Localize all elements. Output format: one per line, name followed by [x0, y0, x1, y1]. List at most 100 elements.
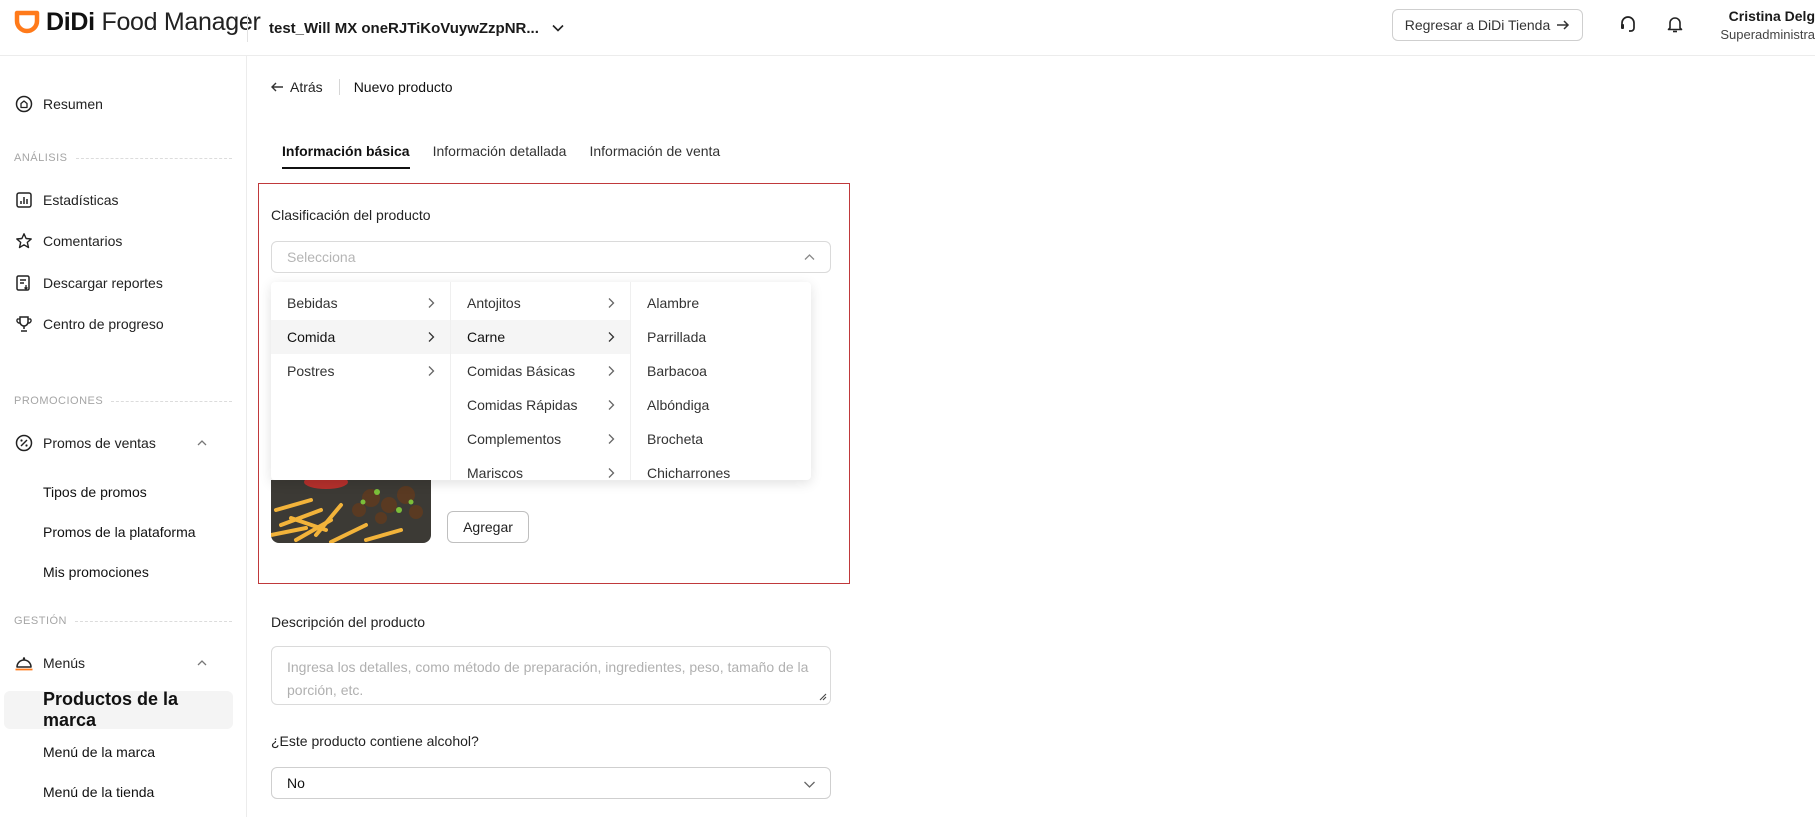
logo-brand-text: DiDi: [46, 8, 95, 36]
header-divider: [247, 14, 248, 42]
tab-informacion-basica[interactable]: Información básica: [282, 143, 410, 171]
chevron-right-icon: [426, 297, 436, 309]
cascader-option-albondiga[interactable]: Albóndiga: [631, 388, 811, 422]
option-label: Complementos: [467, 431, 562, 447]
back-button[interactable]: Atrás: [270, 79, 323, 95]
alcohol-select[interactable]: No: [271, 767, 831, 799]
breadcrumb: Atrás Nuevo producto: [270, 78, 453, 96]
home-icon: [14, 94, 34, 114]
sidebar-item-label: Comentarios: [43, 233, 123, 249]
cascader-option-chicharrones[interactable]: Chicharrones: [631, 456, 811, 480]
cascader-option-complementos[interactable]: Complementos: [451, 422, 630, 456]
sidebar-item-productos-marca[interactable]: Productos de la marca: [4, 689, 233, 730]
alcohol-question-label: ¿Este producto contiene alcohol?: [271, 733, 479, 749]
report-download-icon: [14, 273, 34, 293]
trophy-icon: [14, 314, 34, 334]
store-selector[interactable]: test_Will MX oneRJTiKoVuywZzpNR...: [269, 14, 565, 42]
alcohol-selected-value: No: [287, 775, 305, 791]
cascader-option-parrillada[interactable]: Parrillada: [631, 320, 811, 354]
sidebar-item-promos-ventas[interactable]: Promos de ventas: [14, 433, 232, 453]
chevron-right-icon: [606, 331, 616, 343]
cascader-option-antojitos[interactable]: Antojitos: [451, 286, 630, 320]
tab-informacion-detallada[interactable]: Información detallada: [433, 143, 567, 171]
sidebar-item-estadisticas[interactable]: Estadísticas: [14, 190, 118, 210]
chevron-right-icon: [606, 399, 616, 411]
sidebar-item-descargar-reportes[interactable]: Descargar reportes: [14, 273, 163, 293]
section-divider: [111, 400, 232, 402]
cascader-option-comidas-rapidas[interactable]: Comidas Rápidas: [451, 388, 630, 422]
add-image-button[interactable]: Agregar: [447, 511, 529, 543]
sidebar-item-label: Centro de progreso: [43, 316, 164, 332]
user-profile[interactable]: Cristina Delg Superadministra: [1718, 8, 1815, 42]
sidebar: Resumen ANÁLISIS Estadísticas Comentario…: [0, 56, 247, 817]
didi-food-logo[interactable]: DiDi Food Manager: [14, 8, 261, 36]
arrow-right-icon: [1556, 19, 1570, 31]
section-label-text: PROMOCIONES: [14, 395, 104, 407]
option-label: Bebidas: [287, 295, 338, 311]
logo-product-text: Food Manager: [101, 8, 261, 36]
sidebar-item-label: Menús: [43, 655, 86, 671]
didi-logo-icon: [14, 10, 40, 34]
section-promociones: PROMOCIONES: [14, 395, 232, 407]
option-label: Comidas Básicas: [467, 363, 576, 379]
chevron-right-icon: [606, 365, 616, 377]
classification-label: Clasificación del producto: [271, 207, 431, 223]
option-label: Postres: [287, 363, 335, 379]
chevron-right-icon: [426, 365, 436, 377]
cloche-menu-icon: [14, 653, 34, 673]
sidebar-item-promos-plataforma[interactable]: Promos de la plataforma: [43, 524, 196, 540]
chevron-up-icon: [803, 251, 816, 264]
section-label-text: GESTIÓN: [14, 615, 68, 627]
cascader-option-mariscos[interactable]: Mariscos: [451, 456, 630, 480]
section-label-text: ANÁLISIS: [14, 152, 68, 164]
page-title: Nuevo producto: [353, 79, 453, 95]
cascader-option-comida[interactable]: Comida: [271, 320, 450, 354]
description-textarea[interactable]: Ingresa los detalles, como método de pre…: [271, 646, 831, 705]
star-icon: [14, 231, 34, 251]
bell-notification-icon[interactable]: [1664, 13, 1686, 35]
return-to-didi-store-button[interactable]: Regresar a DiDi Tienda: [1392, 9, 1583, 41]
top-header: DiDi Food Manager test_Will MX oneRJTiKo…: [0, 0, 1815, 56]
cascader-option-brocheta[interactable]: Brocheta: [631, 422, 811, 456]
sidebar-item-centro-progreso[interactable]: Centro de progreso: [14, 314, 164, 334]
sidebar-item-menu-marca[interactable]: Menú de la marca: [43, 744, 155, 760]
sidebar-item-menu-tienda[interactable]: Menú de la tienda: [43, 784, 154, 800]
cascader-column-1: Bebidas Comida Postres: [271, 282, 451, 480]
chevron-down-icon: [551, 21, 565, 35]
option-label: Carne: [467, 329, 506, 345]
option-label: Antojitos: [467, 295, 521, 311]
tab-informacion-venta[interactable]: Información de venta: [589, 143, 720, 171]
cascader-option-postres[interactable]: Postres: [271, 354, 450, 388]
sidebar-item-menus[interactable]: Menús: [14, 653, 232, 673]
resize-grip-icon[interactable]: [818, 692, 827, 701]
sidebar-item-tipos-promos[interactable]: Tipos de promos: [43, 484, 147, 500]
cascader-option-bebidas[interactable]: Bebidas: [271, 286, 450, 320]
description-label: Descripción del producto: [271, 614, 426, 630]
cascader-option-alambre[interactable]: Alambre: [631, 286, 811, 320]
arrow-left-icon: [271, 82, 283, 92]
discount-badge-icon: [14, 433, 34, 453]
classification-select[interactable]: Selecciona: [271, 241, 831, 273]
cascader-column-3: Alambre Parrillada Barbacoa Albóndiga Br…: [631, 282, 811, 480]
chevron-right-icon: [426, 331, 436, 343]
description-placeholder: Ingresa los detalles, como método de pre…: [287, 659, 809, 698]
classification-placeholder: Selecciona: [287, 249, 356, 265]
cascader-option-comidas-basicas[interactable]: Comidas Básicas: [451, 354, 630, 388]
sidebar-item-label: Resumen: [43, 96, 103, 112]
product-image-thumbnail: [271, 480, 431, 543]
headset-support-icon[interactable]: [1617, 13, 1639, 35]
cascader-option-barbacoa[interactable]: Barbacoa: [631, 354, 811, 388]
sidebar-item-mis-promociones[interactable]: Mis promociones: [43, 564, 149, 580]
section-analisis: ANÁLISIS: [14, 152, 232, 164]
cascader-option-carne[interactable]: Carne: [451, 320, 630, 354]
product-tabs: Información básica Información detallada…: [282, 143, 743, 171]
user-role: Superadministra: [1720, 27, 1815, 42]
chart-icon: [14, 190, 34, 210]
back-label: Atrás: [290, 79, 323, 95]
chevron-right-icon: [606, 433, 616, 445]
cascader-column-2: Antojitos Carne Comidas Básicas Comidas …: [451, 282, 631, 480]
sidebar-item-resumen[interactable]: Resumen: [14, 94, 103, 114]
section-divider: [75, 620, 232, 622]
chevron-right-icon: [606, 297, 616, 309]
sidebar-item-comentarios[interactable]: Comentarios: [14, 231, 122, 251]
